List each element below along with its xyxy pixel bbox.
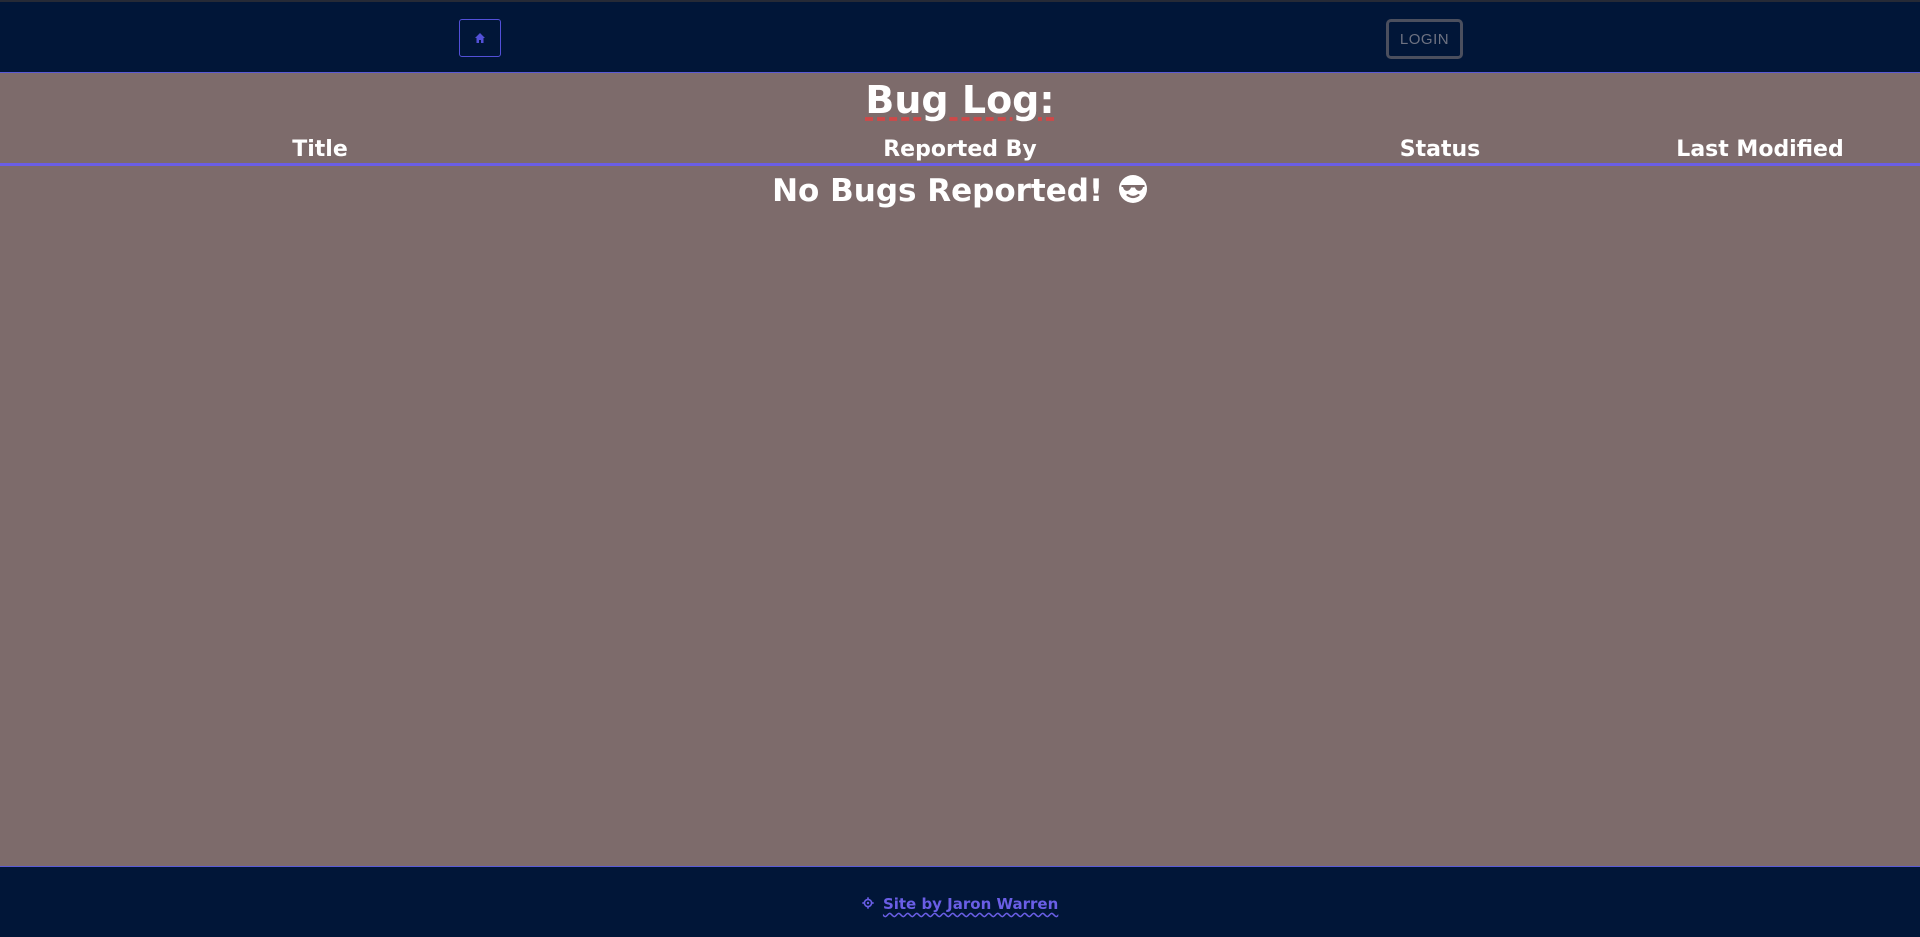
column-last-modified: Last Modified <box>1676 137 1844 162</box>
page-title-text: Bug Log: <box>865 78 1055 122</box>
footer: Site by Jaron Warren <box>0 866 1920 937</box>
page-title: Bug Log: <box>0 74 1920 126</box>
column-title: Title <box>292 137 348 162</box>
empty-state-text: No Bugs Reported! <box>772 173 1104 209</box>
gear-icon <box>862 897 874 909</box>
footer-credit: Site by Jaron Warren <box>0 894 1920 914</box>
bug-log-page: Bug Log: Title Reported By Status Last M… <box>0 74 1920 866</box>
home-button[interactable] <box>459 19 501 57</box>
login-button[interactable]: LOGIN <box>1386 19 1463 59</box>
sunglasses-face-icon <box>1118 175 1147 203</box>
home-icon <box>475 33 485 43</box>
navbar: LOGIN <box>0 0 1920 73</box>
column-reported-by: Reported By <box>883 137 1037 162</box>
author-link[interactable]: Site by Jaron Warren <box>883 895 1058 913</box>
column-status: Status <box>1399 137 1481 162</box>
bug-table-header: Title Reported By Status Last Modified <box>0 136 1920 166</box>
empty-state: No Bugs Reported! <box>0 170 1920 212</box>
